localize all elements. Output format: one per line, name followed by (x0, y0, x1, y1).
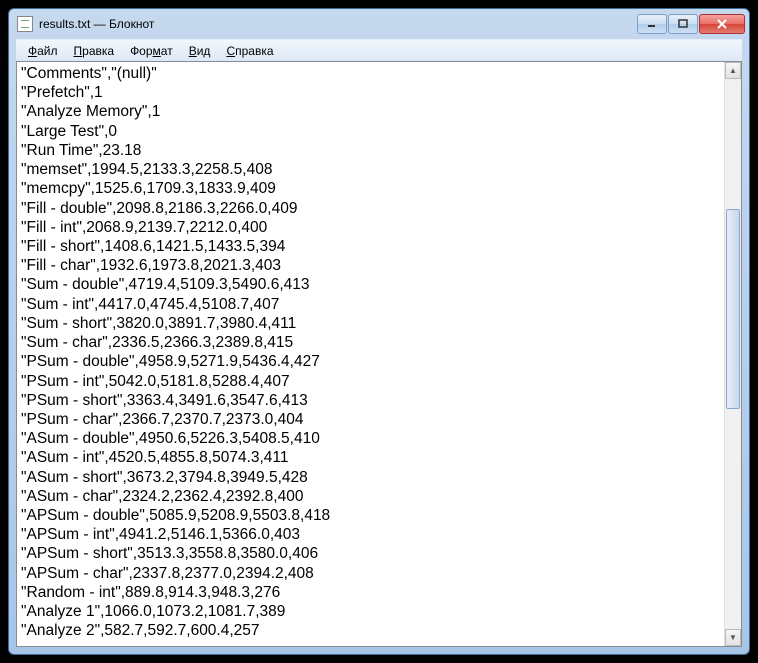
notepad-icon (17, 16, 33, 32)
vertical-scrollbar: ▲ ▼ (724, 62, 741, 646)
menu-format[interactable]: Формат (122, 42, 181, 60)
close-button[interactable] (699, 14, 745, 34)
menu-edit[interactable]: Правка (66, 42, 123, 60)
window-title: results.txt — Блокнот (39, 17, 637, 31)
scroll-down-button[interactable]: ▼ (725, 629, 741, 646)
scroll-track[interactable] (725, 79, 741, 629)
window-controls (637, 14, 745, 34)
scroll-thumb[interactable] (726, 209, 740, 409)
menu-help[interactable]: Справка (218, 42, 281, 60)
maximize-icon (678, 19, 688, 29)
minimize-button[interactable] (637, 14, 667, 34)
scroll-up-button[interactable]: ▲ (725, 62, 741, 79)
close-icon (716, 19, 728, 29)
menu-view[interactable]: Вид (181, 42, 219, 60)
menu-file[interactable]: Файл (20, 42, 66, 60)
window-frame: results.txt — Блокнот Файл Правка Формат… (8, 8, 750, 655)
maximize-button[interactable] (668, 14, 698, 34)
minimize-icon (647, 19, 657, 29)
text-content[interactable]: "Comments","(null)" "Prefetch",1 "Analyz… (17, 62, 724, 646)
content-wrapper: "Comments","(null)" "Prefetch",1 "Analyz… (16, 61, 742, 647)
menubar: Файл Правка Формат Вид Справка (16, 39, 742, 61)
titlebar[interactable]: results.txt — Блокнот (9, 9, 749, 39)
